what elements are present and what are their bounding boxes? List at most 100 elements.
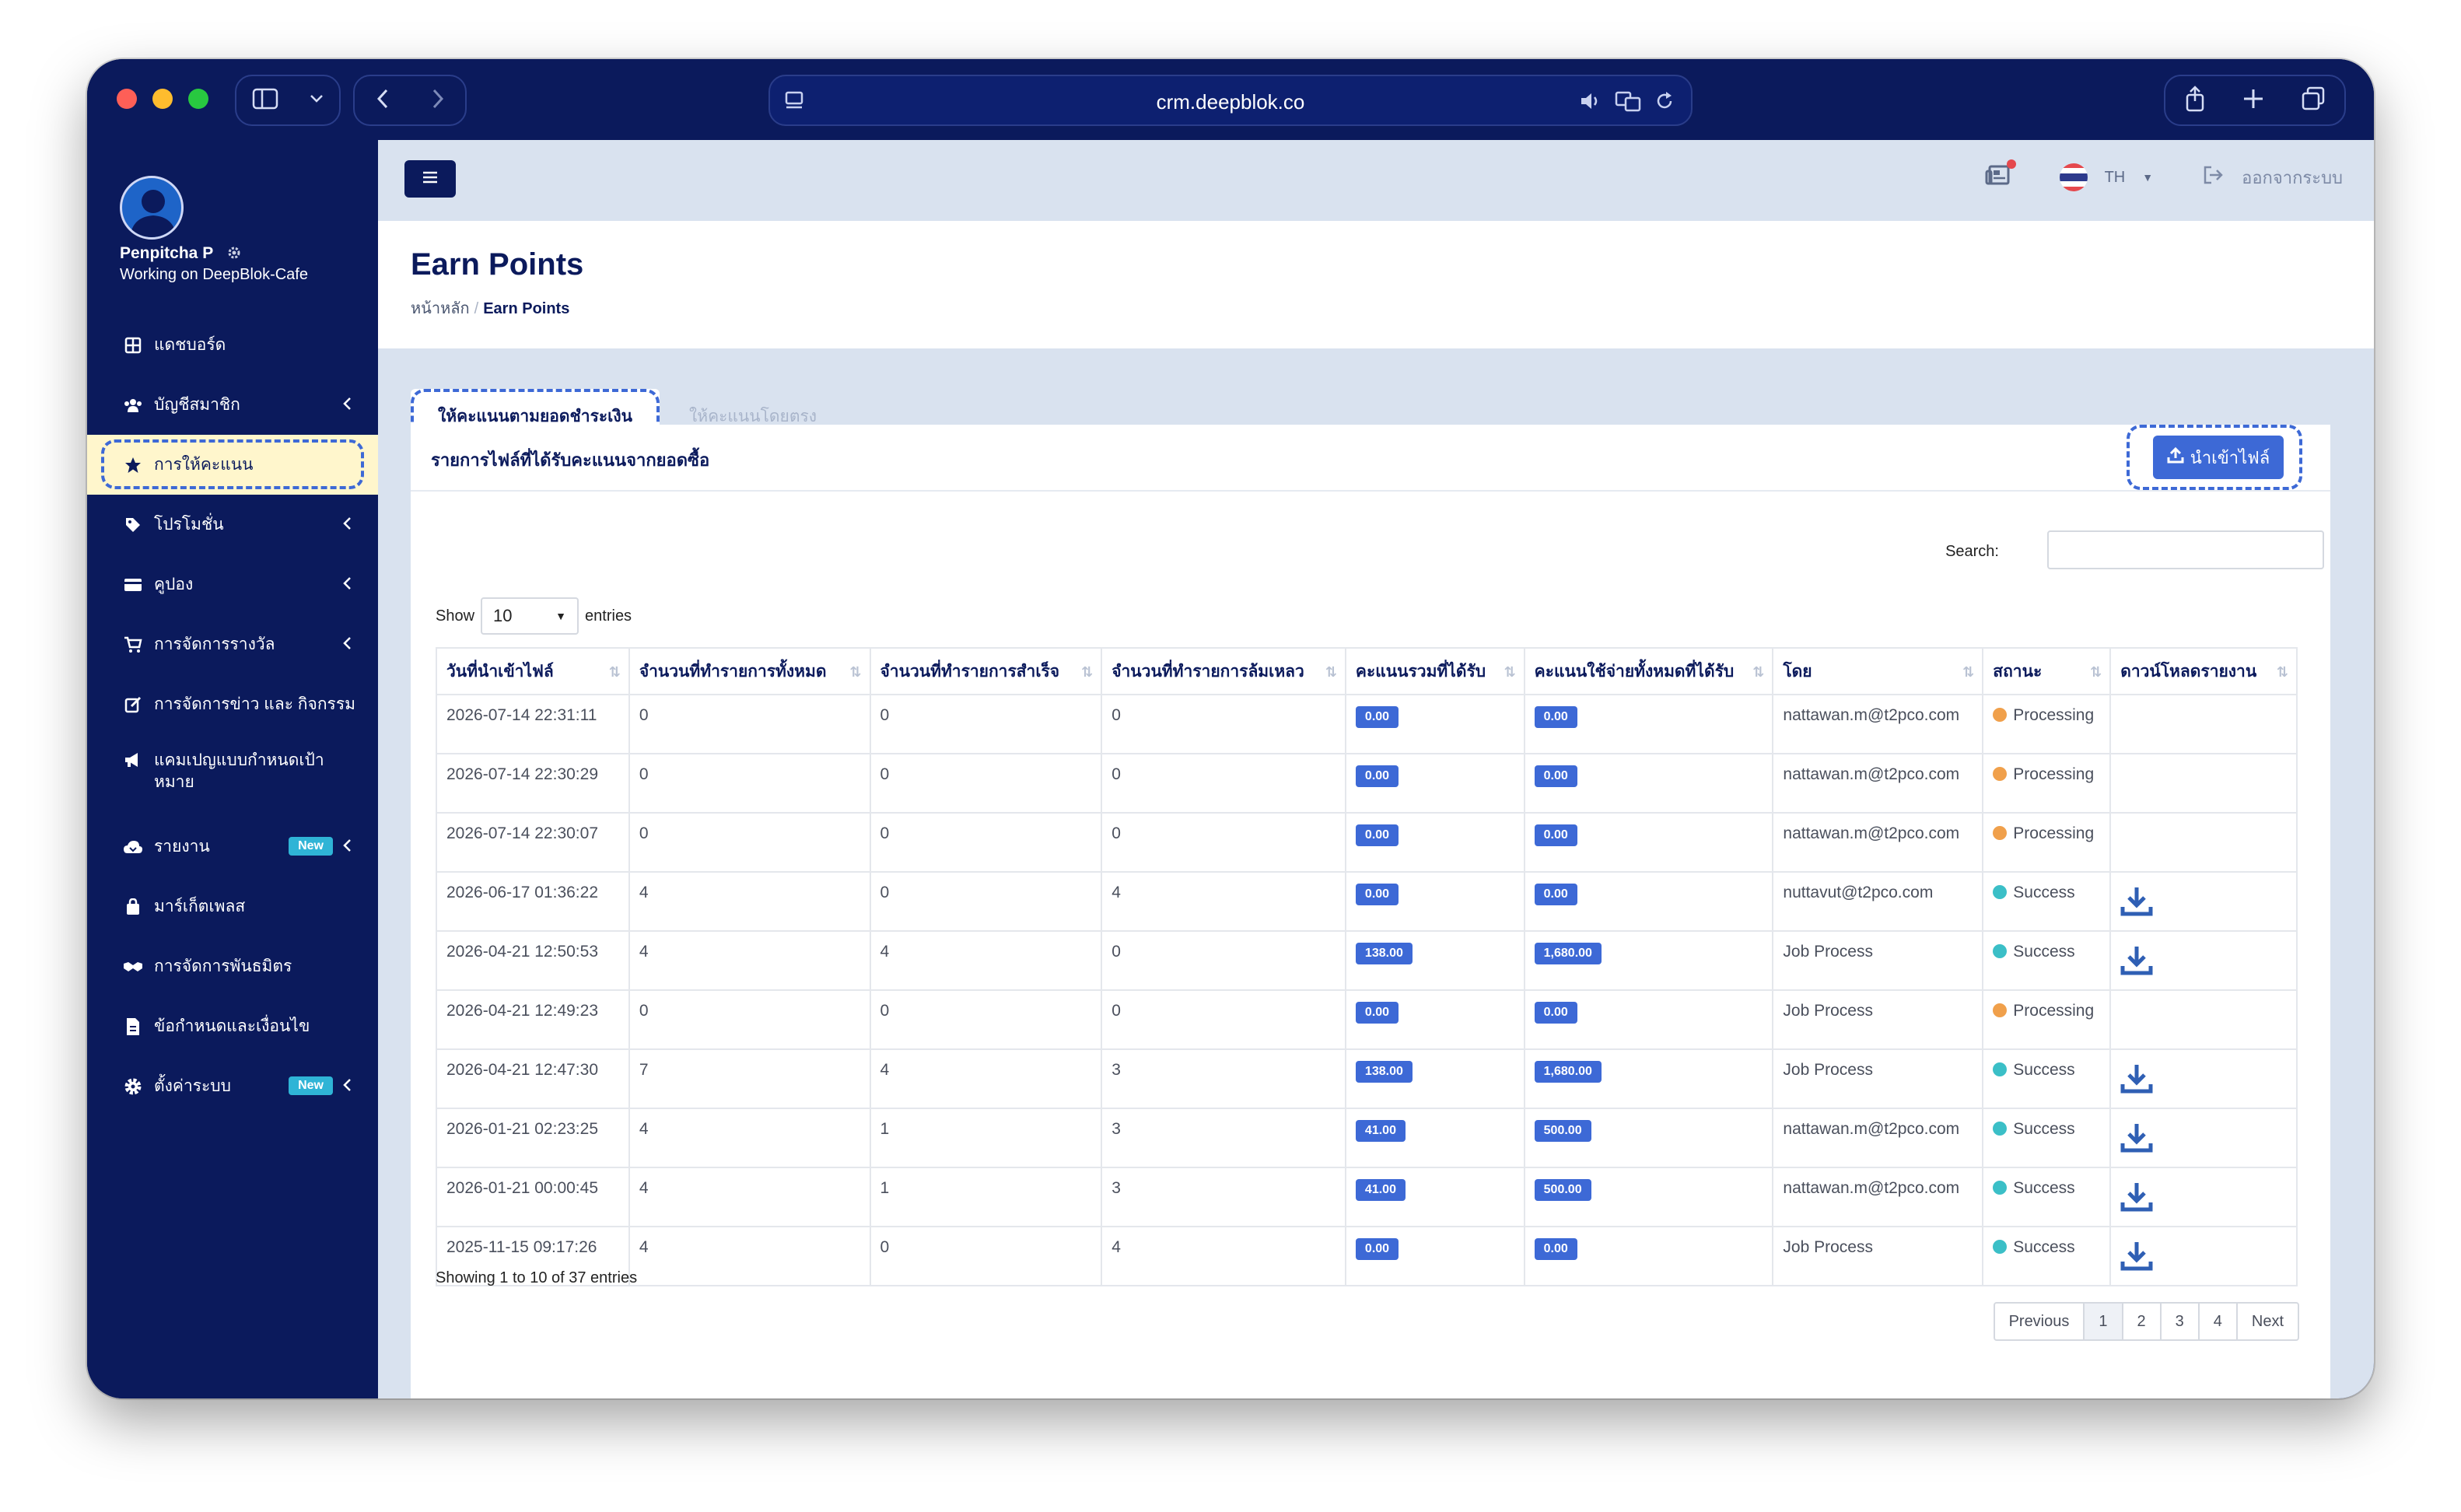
sidebar-item-label: การจัดการรางวัล xyxy=(154,635,275,653)
new-tab-icon[interactable] xyxy=(2242,88,2264,114)
by-cell: nuttavut@t2pco.com xyxy=(1772,871,1984,932)
translate-icon[interactable] xyxy=(1615,90,1641,116)
download-icon[interactable] xyxy=(2120,885,2153,922)
points-badge: 500.00 xyxy=(1534,1179,1591,1201)
document-icon xyxy=(123,1017,143,1037)
column-header-label: สถานะ xyxy=(1993,662,2043,681)
gear-icon[interactable] xyxy=(226,244,243,265)
column-header[interactable]: จำนวนที่ทำรายการทั้งหมด ⇅ xyxy=(628,647,871,695)
new-badge: New xyxy=(289,1076,333,1095)
spend-points-cell: 0.00 xyxy=(1523,1226,1774,1286)
by-cell: Job Process xyxy=(1772,989,1984,1050)
sidebar-item-members[interactable]: บัญชีสมาชิก xyxy=(87,375,378,435)
tab-overview-icon[interactable] xyxy=(2301,86,2326,115)
download-icon[interactable] xyxy=(2120,1062,2153,1100)
points-badge: 0.00 xyxy=(1534,706,1577,728)
sidebar-item-dashboard[interactable]: แดชบอร์ด xyxy=(87,315,378,375)
column-header[interactable]: โดย ⇅ xyxy=(1772,647,1984,695)
thai-flag-icon[interactable] xyxy=(2059,163,2088,191)
spend-points-cell: 1,680.00 xyxy=(1523,930,1774,991)
by-cell: nattawan.m@t2pco.com xyxy=(1772,694,1984,754)
spend-points-cell: 0.00 xyxy=(1523,871,1774,932)
logout-link[interactable]: ออกจากระบบ xyxy=(2242,164,2343,191)
next-button[interactable]: Next xyxy=(2238,1304,2298,1339)
menu-toggle-button[interactable] xyxy=(404,160,456,198)
download-icon[interactable] xyxy=(2120,1240,2153,1277)
column-header[interactable]: จำนวนที่ทำรายการล้มเหลว ⇅ xyxy=(1101,647,1346,695)
main-content: TH ▼ ออกจากระบบ Earn Points หน้าหลัก / Ear… xyxy=(378,140,2374,1398)
by-cell: nattawan.m@t2pco.com xyxy=(1772,1108,1984,1168)
status-cell: Success xyxy=(1982,1167,2112,1227)
sidebar-item-promotions[interactable]: โปรโมชั่น xyxy=(87,495,378,555)
failed-count-cell: 4 xyxy=(1101,871,1346,932)
download-icon[interactable] xyxy=(2120,1122,2153,1159)
status-dot-icon xyxy=(1993,1240,2008,1254)
reload-icon[interactable] xyxy=(1654,90,1675,116)
speaker-icon[interactable] xyxy=(1579,90,1602,116)
failed-count-cell: 0 xyxy=(1101,694,1346,754)
download-icon[interactable] xyxy=(2120,944,2153,982)
sidebar-item-settings[interactable]: ตั้งค่าระบบ New xyxy=(87,1056,378,1116)
column-header[interactable]: จำนวนที่ทำรายการสำเร็จ ⇅ xyxy=(869,647,1103,695)
address-bar[interactable]: crm.deepblok.co xyxy=(768,75,1693,126)
page-size-select[interactable]: 10 ▼ xyxy=(481,597,579,635)
search-input[interactable] xyxy=(2047,530,2324,569)
status-dot-icon xyxy=(1993,826,2008,840)
back-button[interactable] xyxy=(376,89,389,113)
sidebar-item-label: แดชบอร์ด xyxy=(154,336,226,354)
column-header[interactable]: ดาวน์โหลดรายงาน ⇅ xyxy=(2109,647,2298,695)
minimize-window-button[interactable] xyxy=(152,89,173,109)
breadcrumb-home[interactable]: หน้าหลัก xyxy=(411,300,470,317)
page-4-button[interactable]: 4 xyxy=(2200,1304,2238,1339)
points-cell: 0.00 xyxy=(1344,753,1525,814)
working-on-label: Working on DeepBlok-Cafe xyxy=(120,266,308,283)
news-button[interactable] xyxy=(1985,159,2016,191)
column-header[interactable]: วันที่นำเข้าไฟล์ ⇅ xyxy=(436,647,630,695)
download-cell xyxy=(2109,871,2298,932)
sidebar-item-reports[interactable]: รายงาน New xyxy=(87,817,378,877)
points-badge: 0.00 xyxy=(1534,1002,1577,1024)
page-2-button[interactable]: 2 xyxy=(2123,1304,2162,1339)
sidebar-item-news[interactable]: การจัดการข่าว และ กิจกรรม xyxy=(87,674,378,734)
sidebar-item-terms[interactable]: ข้อกำหนดและเงื่อนไข xyxy=(87,996,378,1056)
table-header-row: วันที่นำเข้าไฟล์ ⇅ จำนวนที่ทำรายการทั้งหมด… xyxy=(436,647,2298,695)
page-size-control: Show 10 ▼ entries xyxy=(436,597,632,635)
column-header[interactable]: สถานะ ⇅ xyxy=(1982,647,2112,695)
language-selector[interactable]: TH xyxy=(2105,169,2126,187)
table-row: 2025-11-15 09:17:26 4 0 4 0.00 0.00 Job Proces… xyxy=(436,1226,2298,1286)
logout-icon[interactable] xyxy=(2203,165,2225,190)
total-count-cell: 4 xyxy=(628,871,871,932)
maximize-window-button[interactable] xyxy=(188,89,208,109)
card-icon xyxy=(123,575,143,595)
sidebar-item-rewards[interactable]: การจัดการรางวัล xyxy=(87,614,378,674)
download-icon[interactable] xyxy=(2120,1181,2153,1218)
column-header[interactable]: คะแนนใช้จ่ายทั้งหมดที่ได้รับ ⇅ xyxy=(1523,647,1774,695)
success-count-cell: 4 xyxy=(869,930,1103,991)
sidebar-item-targeted-campaign[interactable]: แคมเปญแบบกำหนดเป้าหมาย xyxy=(87,734,378,817)
status-cell: Processing xyxy=(1982,753,2112,814)
sidebar-item-coupons[interactable]: คูปอง xyxy=(87,555,378,614)
sidebar-item-marketplace[interactable]: มาร์เก็ตเพลส xyxy=(87,877,378,936)
points-badge: 0.00 xyxy=(1534,1238,1577,1260)
points-badge: 0.00 xyxy=(1355,884,1399,905)
column-header-label: วันที่นำเข้าไฟล์ xyxy=(446,662,554,681)
url-text: crm.deepblok.co xyxy=(1156,90,1305,114)
page-3-button[interactable]: 3 xyxy=(2162,1304,2200,1339)
import-file-button[interactable]: นำเข้าไฟล์ xyxy=(2153,436,2284,479)
page-1-button[interactable]: 1 xyxy=(2085,1304,2123,1339)
column-header[interactable]: คะแนนรวมที่ได้รับ ⇅ xyxy=(1344,647,1525,695)
download-cell xyxy=(2109,989,2298,1050)
spend-points-cell: 1,680.00 xyxy=(1523,1048,1774,1109)
sidebar-item-partners[interactable]: การจัดการพันธมิตร xyxy=(87,936,378,996)
previous-button[interactable]: Previous xyxy=(1995,1304,2085,1339)
close-window-button[interactable] xyxy=(117,89,137,109)
share-icon[interactable] xyxy=(2184,85,2206,116)
avatar[interactable] xyxy=(120,176,184,240)
forward-button[interactable] xyxy=(432,89,444,113)
failed-count-cell: 3 xyxy=(1101,1048,1346,1109)
sidebar-item-earn-points[interactable]: การให้คะแนน xyxy=(87,435,378,495)
spend-points-cell: 0.00 xyxy=(1523,753,1774,814)
sidebar-toggle-button[interactable] xyxy=(235,75,341,126)
sort-icon: ⇅ xyxy=(849,664,862,680)
entries-label: entries xyxy=(585,607,632,625)
